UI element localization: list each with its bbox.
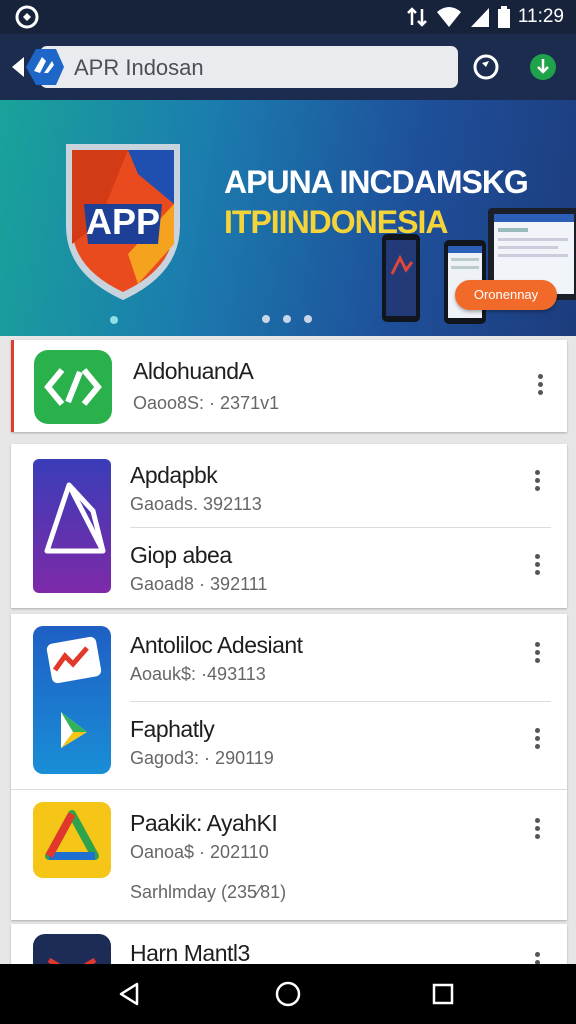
more-options-icon[interactable] [529,468,545,494]
list-item[interactable]: AldohuandA Oaoo8S: · 2371v1 [14,340,570,432]
list-item[interactable]: Apdapbk Gaoads. 392113 [11,444,567,526]
page-indicator-dot[interactable] [304,315,312,323]
list-item[interactable]: Paakik: AyahKI Oanoa$ · 202110 Sarhlmday… [11,790,567,920]
list-item[interactable]: Faphatly Gagod3: · 290119 [11,702,567,788]
app-extra-info: Sarhlmday (235⁄81) [130,882,287,902]
app-card[interactable]: Apdapbk Gaoads. 392113 Giop abea Gaoad8 … [11,444,567,608]
app-meta: Oaoo8S: · 2371v1 [133,393,280,413]
wifi-icon [436,7,461,27]
app-meta: Oanoa$ · 202110 [130,842,269,862]
app-meta: Gaoad8 · 392111 [130,574,268,594]
signal-icon [470,8,489,27]
search-input[interactable]: APR Indosan [40,46,458,88]
search-input-text: APR Indosan [74,55,204,80]
status-bar: 11:29 [0,0,576,34]
list-item[interactable]: Giop abea Gaoad8 · 392111 [11,528,567,608]
nav-home-icon[interactable] [275,981,301,1007]
app-name: Harn Mantl3 [130,940,250,966]
app-notification-icon [15,5,39,29]
app-name: Faphatly [130,716,215,742]
link-app-icon [34,350,112,424]
more-options-icon[interactable] [529,726,545,752]
app-name: AldohuandA [133,358,254,384]
app-name: Apdapbk [130,462,218,488]
app-meta: Aoauk$: ·493113 [130,664,266,684]
more-options-icon[interactable] [532,372,548,398]
battery-icon [497,6,510,28]
app-name: Paakik: AyahKI [130,810,278,836]
more-options-icon[interactable] [529,552,545,578]
app-logo-shield-icon: APP [66,144,180,300]
back-button[interactable] [12,45,64,89]
app-bar: APR Indosan [0,34,576,100]
list-item[interactable]: Antoliloc Adesiant Aoauk$: ·493113 [11,614,567,700]
page-indicator-dot[interactable] [283,315,291,323]
app-meta: Gagod3: · 290119 [130,748,274,768]
nav-back-icon[interactable] [117,981,143,1007]
system-navigation-bar [0,964,576,1024]
status-time: 11:29 [517,6,564,27]
app-card[interactable]: Antoliloc Adesiant Aoauk$: ·493113 Fapha… [11,614,567,920]
more-options-icon[interactable] [529,640,545,666]
app-name: Giop abea [130,542,232,568]
banner-title-line-1: APUNA INCDAMSKG [224,164,529,200]
app-name: Antoliloc Adesiant [130,632,303,658]
refresh-icon[interactable] [472,53,500,81]
more-options-icon[interactable] [529,816,545,842]
drive-app-icon [33,802,111,878]
banner-logo-text: APP [86,201,160,242]
page-indicator-dot-active[interactable] [110,316,118,324]
data-transfer-icon [406,7,427,27]
app-meta: Gaoads. 392113 [130,494,262,514]
app-card[interactable]: AldohuandA Oaoo8S: · 2371v1 [11,340,567,432]
download-icon[interactable] [529,53,557,81]
page-indicator-dot[interactable] [262,315,270,323]
nav-recents-icon[interactable] [430,981,456,1007]
banner-cta-button[interactable]: Oronennay [455,280,557,310]
promo-banner[interactable]: APP APUNA INCDAMSKG ITPIINDONESIA Oronen… [0,100,576,336]
